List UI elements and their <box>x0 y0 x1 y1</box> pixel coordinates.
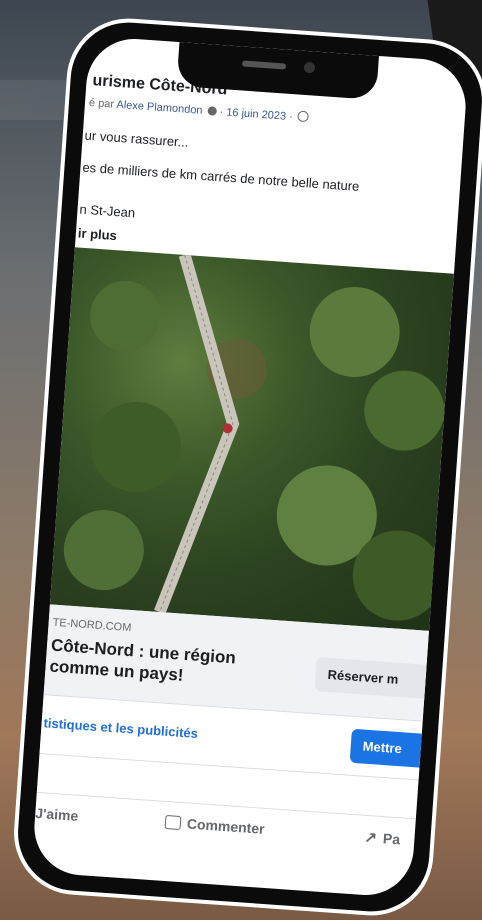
post-text-line-2: es de milliers de km carrés de notre bel… <box>81 159 360 194</box>
facebook-post: urisme Côte-Nord é par Alexe Plamondon ·… <box>31 36 469 898</box>
verified-icon <box>207 106 217 116</box>
like-button[interactable]: J'aime <box>35 805 79 824</box>
boost-button[interactable]: Mettre <box>349 728 442 769</box>
comment-icon <box>164 814 182 831</box>
globe-icon <box>297 110 310 123</box>
comment-button[interactable]: Commenter <box>164 814 265 837</box>
phone-mockup: urisme Côte-Nord é par Alexe Plamondon ·… <box>9 14 482 920</box>
phone-frame: urisme Côte-Nord é par Alexe Plamondon ·… <box>9 14 482 920</box>
speaker-grille <box>241 60 287 70</box>
post-photo[interactable] <box>49 247 454 631</box>
post-date[interactable]: · 16 juin 2023 · <box>219 106 293 123</box>
boardwalk-path <box>154 253 240 615</box>
post-actions: J'aime Commenter ↗ Pa <box>33 791 416 864</box>
front-camera <box>303 61 316 74</box>
byline-prefix: é par <box>88 96 117 111</box>
post-text-line-1: ur vous rassurer... <box>84 127 190 150</box>
post-byline: é par Alexe Plamondon · 16 juin 2023 · <box>89 96 310 124</box>
author-link[interactable]: Alexe Plamondon <box>116 99 203 117</box>
stats-link[interactable]: tistiques et les publicités <box>43 715 198 741</box>
post-text-line-3: n St-Jean <box>79 201 136 221</box>
share-button[interactable]: ↗ Pa <box>364 828 401 848</box>
share-label: Pa <box>382 830 401 848</box>
phone-screen: urisme Côte-Nord é par Alexe Plamondon ·… <box>31 35 469 899</box>
share-icon: ↗ <box>363 828 378 847</box>
like-label: J'aime <box>34 804 79 824</box>
comment-label: Commenter <box>186 815 266 837</box>
see-more-link[interactable]: ir plus <box>77 225 117 243</box>
engagement-count[interactable]: 7 <box>417 792 425 807</box>
